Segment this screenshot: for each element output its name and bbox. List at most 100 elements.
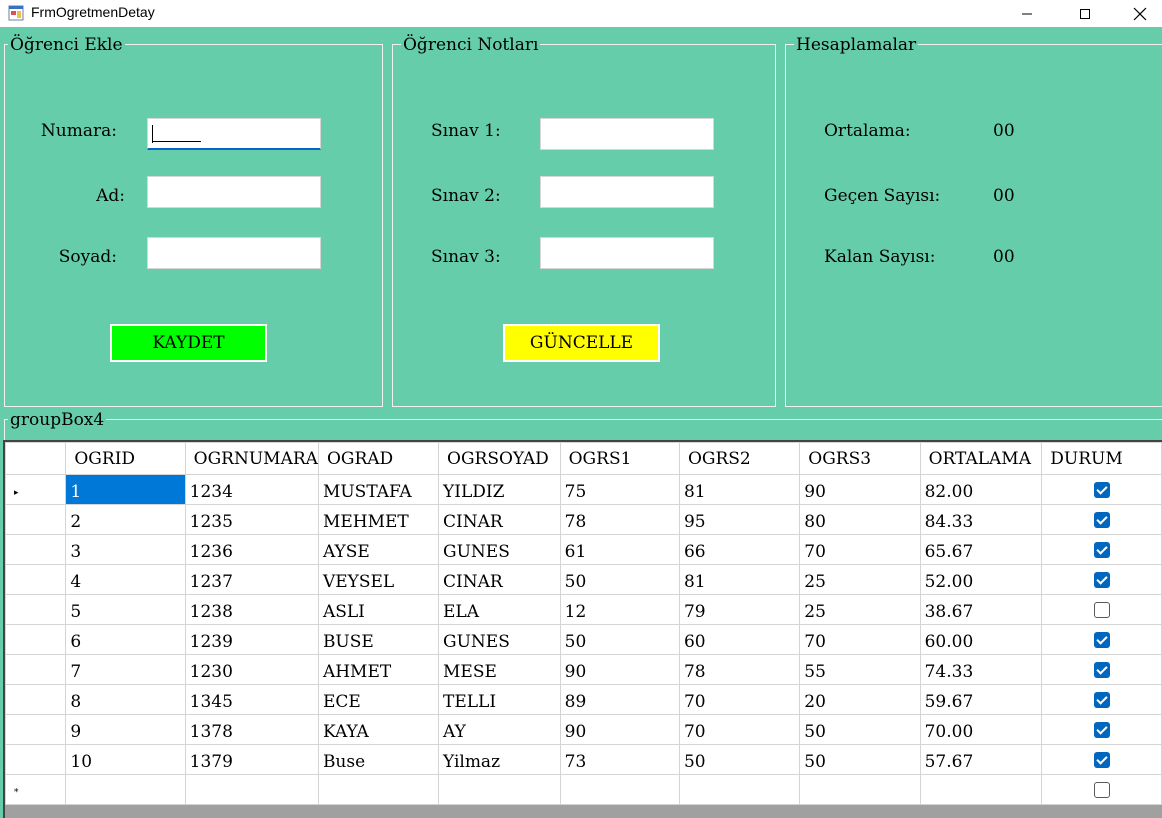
grid-cell[interactable]: 90 — [559, 654, 680, 685]
column-header[interactable]: OGRS3 — [799, 442, 921, 475]
grid-cell[interactable]: 1345 — [184, 684, 319, 715]
grid-cell[interactable]: 1239 — [184, 624, 319, 655]
grid-cell[interactable]: VEYSEL — [317, 564, 440, 595]
checked-checkbox[interactable] — [1093, 692, 1110, 708]
grid-cell[interactable]: 8 — [65, 684, 186, 715]
grid-cell[interactable]: 6 — [65, 624, 186, 655]
row-header[interactable] — [5, 684, 67, 715]
grid-cell[interactable]: 1230 — [184, 654, 319, 685]
grid-cell[interactable]: 52.00 — [919, 564, 1043, 595]
row-header[interactable] — [5, 714, 67, 745]
row-header[interactable] — [5, 564, 67, 595]
grid-cell[interactable]: 70 — [678, 714, 801, 745]
grid-cell[interactable]: 1236 — [184, 534, 319, 565]
row-header[interactable] — [5, 744, 67, 775]
checked-checkbox[interactable] — [1093, 662, 1110, 678]
table-row[interactable]: 10 1379 Buse Yilmaz 73 50 50 57.67 — [5, 744, 1162, 775]
grid-cell[interactable]: Yilmaz — [438, 744, 561, 775]
grid-cell[interactable]: 3 — [65, 534, 186, 565]
grid-cell[interactable]: 70 — [799, 534, 921, 565]
grid-cell[interactable]: AHMET — [317, 654, 440, 685]
unchecked-checkbox[interactable] — [1093, 602, 1110, 618]
checked-checkbox[interactable] — [1093, 482, 1110, 498]
checked-checkbox[interactable] — [1093, 722, 1110, 738]
grid-cell[interactable]: 74.33 — [919, 654, 1043, 685]
row-header[interactable] — [5, 534, 67, 565]
grid-cell[interactable]: 7 — [65, 654, 186, 685]
grid-cell[interactable]: 65.67 — [919, 534, 1043, 565]
table-row[interactable]: 4 1237 VEYSEL CINAR 50 81 25 52.00 — [5, 564, 1162, 595]
grid-cell[interactable]: 78 — [559, 504, 680, 535]
grid-cell[interactable]: 57.67 — [919, 744, 1043, 775]
grid-cell[interactable]: 20 — [799, 684, 921, 715]
grid-cell[interactable]: ECE — [317, 684, 440, 715]
guncelle-button[interactable]: GÜNCELLE — [503, 324, 660, 362]
grid-cell[interactable]: 1237 — [184, 564, 319, 595]
grid-cell[interactable] — [799, 774, 921, 805]
column-header[interactable]: OGRS2 — [678, 442, 801, 475]
grid-cell[interactable]: YILDIZ — [438, 474, 561, 505]
grid-cell[interactable]: 81 — [678, 474, 801, 505]
grid-cell[interactable]: 60.00 — [919, 624, 1043, 655]
grid-cell[interactable]: GUNES — [438, 624, 561, 655]
grid-cell[interactable]: 9 — [65, 714, 186, 745]
checked-checkbox[interactable] — [1093, 632, 1110, 648]
close-button[interactable] — [1117, 0, 1162, 27]
grid-cell[interactable]: 82.00 — [919, 474, 1043, 505]
grid-cell[interactable]: 25 — [799, 564, 921, 595]
row-header[interactable] — [5, 594, 67, 625]
sinav1-input[interactable] — [540, 118, 714, 150]
durum-cell[interactable] — [1041, 654, 1162, 685]
grid-cell[interactable]: CINAR — [438, 504, 561, 535]
column-header[interactable]: OGRS1 — [559, 442, 680, 475]
durum-cell[interactable] — [1041, 594, 1162, 625]
grid-cell[interactable]: MESE — [438, 654, 561, 685]
grid-cell[interactable]: 4 — [65, 564, 186, 595]
grid-cell[interactable]: 60 — [678, 624, 801, 655]
grid-cell[interactable]: 50 — [559, 564, 680, 595]
grid-cell[interactable]: CINAR — [438, 564, 561, 595]
grid-cell[interactable]: 75 — [559, 474, 680, 505]
column-header[interactable]: OGRNUMARA — [184, 442, 319, 475]
grid-cell[interactable] — [438, 774, 561, 805]
grid-cell[interactable] — [678, 774, 801, 805]
durum-cell[interactable] — [1041, 504, 1162, 535]
grid-cell[interactable]: 10 — [65, 744, 186, 775]
grid-cell[interactable]: 79 — [678, 594, 801, 625]
grid-cell[interactable] — [919, 774, 1043, 805]
numara-input[interactable] — [147, 118, 321, 150]
grid-cell[interactable] — [559, 774, 680, 805]
grid-cell[interactable]: 50 — [799, 714, 921, 745]
grid-cell[interactable]: MUSTAFA — [317, 474, 440, 505]
row-header[interactable]: * — [5, 774, 67, 805]
column-header[interactable]: OGRAD — [317, 442, 440, 475]
grid-cell[interactable]: 55 — [799, 654, 921, 685]
grid-cell[interactable]: 70 — [678, 684, 801, 715]
grid-cell[interactable]: 25 — [799, 594, 921, 625]
grid-cell[interactable]: TELLI — [438, 684, 561, 715]
grid-cell[interactable]: 89 — [559, 684, 680, 715]
grid-cell[interactable]: 80 — [799, 504, 921, 535]
grid-cell[interactable]: ASLI — [317, 594, 440, 625]
column-header[interactable]: ORTALAMA — [919, 442, 1043, 475]
grid-cell[interactable]: 50 — [678, 744, 801, 775]
soyad-input[interactable] — [147, 237, 321, 269]
durum-cell[interactable] — [1041, 684, 1162, 715]
grid-cell[interactable]: Buse — [317, 744, 440, 775]
grid-cell[interactable]: 1 — [65, 474, 186, 505]
checked-checkbox[interactable] — [1093, 752, 1110, 768]
checked-checkbox[interactable] — [1093, 572, 1110, 588]
grid-cell[interactable]: 90 — [799, 474, 921, 505]
grid-cell[interactable] — [184, 774, 319, 805]
table-row[interactable]: 5 1238 ASLI ELA 12 79 25 38.67 — [5, 594, 1162, 625]
unchecked-checkbox[interactable] — [1093, 782, 1110, 798]
table-row[interactable]: ▸ 1 1234 MUSTAFA YILDIZ 75 81 90 82.00 — [5, 474, 1162, 505]
table-row[interactable]: 9 1378 KAYA AY 90 70 50 70.00 — [5, 714, 1162, 745]
grid-cell[interactable]: 84.33 — [919, 504, 1043, 535]
grid-cell[interactable]: GUNES — [438, 534, 561, 565]
grid-cell[interactable]: 12 — [559, 594, 680, 625]
row-header[interactable] — [5, 624, 67, 655]
column-header[interactable]: DURUM — [1041, 442, 1162, 475]
checked-checkbox[interactable] — [1093, 512, 1110, 528]
grid-cell[interactable]: BUSE — [317, 624, 440, 655]
